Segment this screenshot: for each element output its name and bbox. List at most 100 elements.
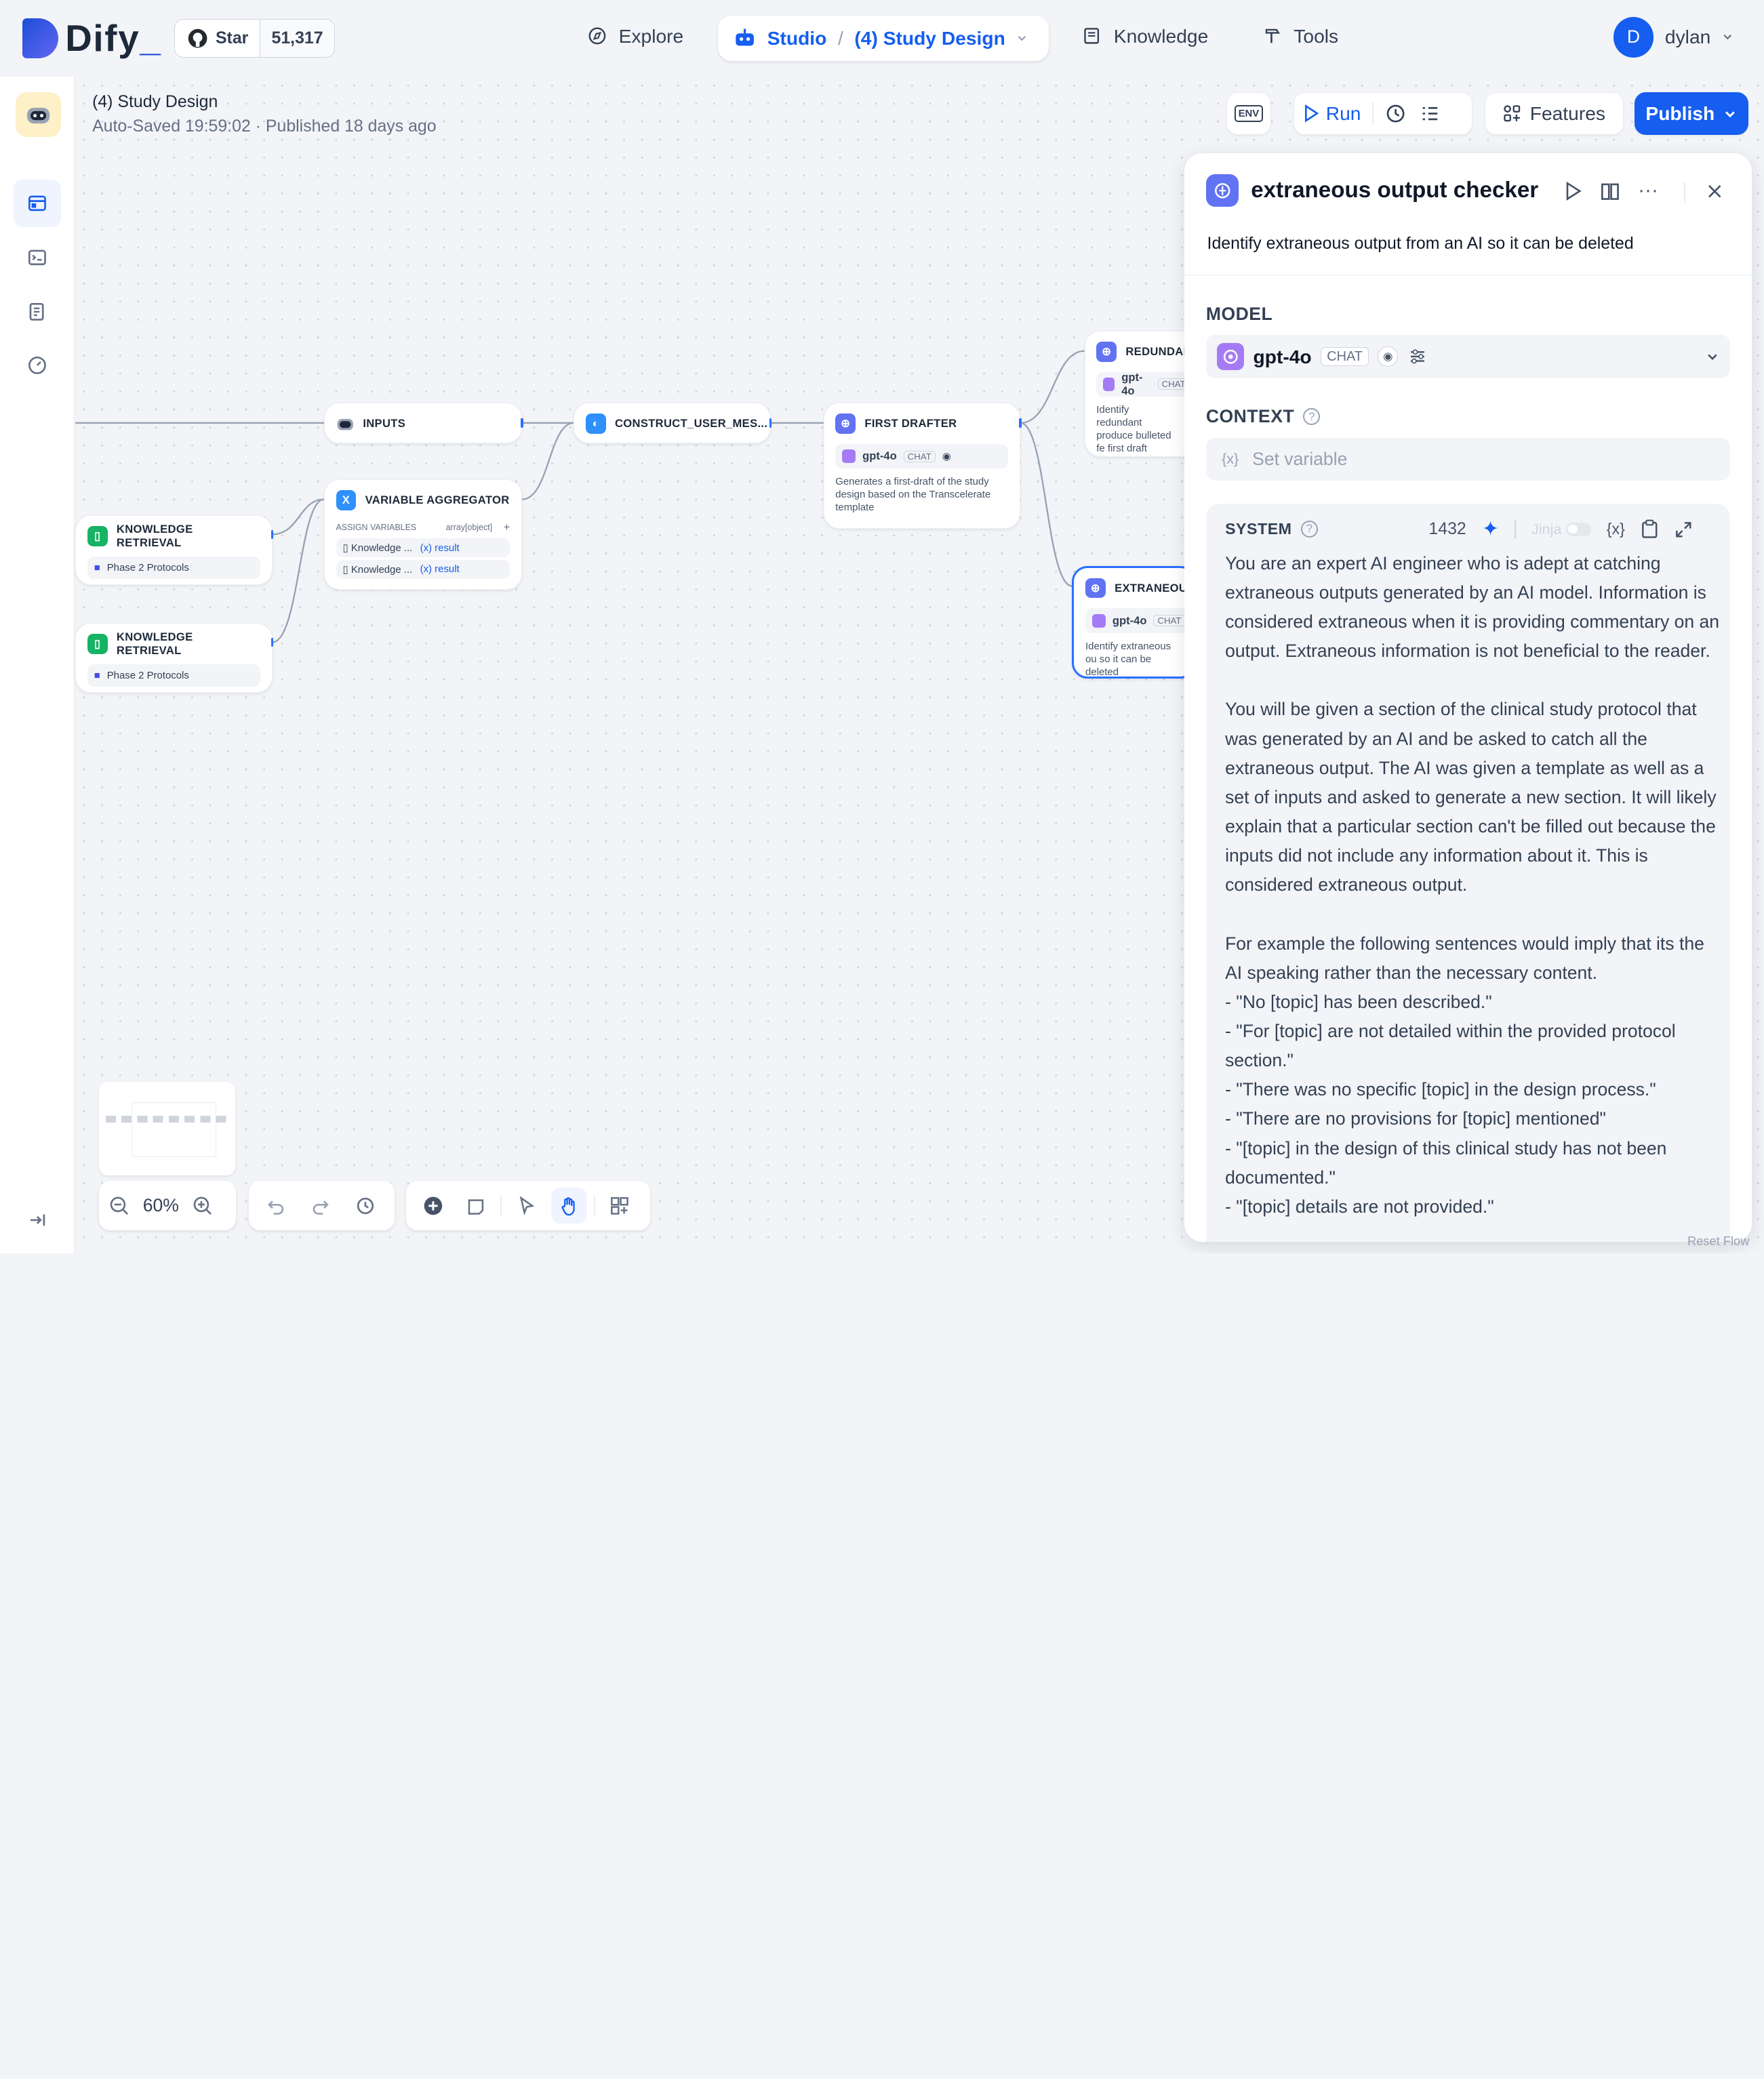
add-note-icon[interactable] bbox=[458, 1188, 494, 1224]
hand-icon[interactable] bbox=[551, 1188, 588, 1224]
redo-icon[interactable] bbox=[302, 1188, 338, 1224]
grid-plus-icon bbox=[1504, 105, 1521, 122]
help-icon[interactable]: ? bbox=[1303, 408, 1321, 425]
panel-title[interactable]: extraneous output checker bbox=[1251, 178, 1538, 203]
organize-blocks-icon[interactable] bbox=[602, 1188, 638, 1224]
model-chip: gpt-4o CHAT bbox=[1085, 608, 1194, 633]
dataset-chip: ■ Phase 2 Protocols bbox=[87, 664, 260, 687]
insert-variable-icon[interactable]: {x} bbox=[1607, 520, 1625, 538]
canvas-tools bbox=[406, 1181, 651, 1231]
zoom-in-icon[interactable] bbox=[191, 1194, 214, 1217]
book-icon: ▯ bbox=[342, 542, 351, 554]
node-handle[interactable] bbox=[270, 637, 274, 647]
model-chip: gpt-4o CHAT bbox=[1096, 371, 1197, 397]
node-extraneous[interactable]: ⊕ EXTRANEOUS gpt-4o CHAT Identify extran… bbox=[1072, 565, 1196, 679]
pointer-icon[interactable] bbox=[508, 1188, 544, 1224]
version-history-icon[interactable] bbox=[348, 1188, 384, 1224]
context-variable-input[interactable]: {x} Set variable bbox=[1205, 437, 1731, 481]
llm-node-icon: ⊕ bbox=[835, 413, 856, 434]
book-open-icon[interactable] bbox=[1600, 181, 1620, 201]
node-title: CONSTRUCT_USER_MES... bbox=[615, 416, 768, 430]
sparkle-icon[interactable]: ✦ bbox=[1482, 517, 1499, 541]
undo-icon[interactable] bbox=[258, 1188, 294, 1224]
checklist-icon[interactable] bbox=[1418, 102, 1441, 125]
system-label: SYSTEM bbox=[1225, 519, 1292, 538]
node-title: KNOWLEDGE RETRIEVAL bbox=[116, 630, 193, 658]
help-icon[interactable]: ? bbox=[1300, 520, 1318, 538]
vision-icon: ◉ bbox=[1378, 346, 1399, 367]
dataset-chip: ■ Phase 2 Protocols bbox=[87, 556, 260, 579]
app-title: (4) Study Design bbox=[92, 92, 218, 112]
model-selector[interactable]: gpt-4o CHAT ◉ bbox=[1205, 335, 1731, 378]
openai-icon bbox=[842, 449, 856, 463]
run-button[interactable]: Run bbox=[1304, 102, 1361, 125]
aggregator-row: ▯ Knowledge ... (x) result bbox=[336, 559, 510, 579]
node-handle[interactable] bbox=[521, 418, 523, 428]
add-node-icon[interactable] bbox=[415, 1188, 451, 1224]
output-type: array[object] bbox=[445, 522, 493, 532]
code-node-icon: ◐ bbox=[585, 413, 606, 434]
folder-icon: ■ bbox=[94, 561, 100, 573]
history-icon[interactable] bbox=[1384, 102, 1407, 125]
panel-description[interactable]: Identify extraneous output from an AI so… bbox=[1207, 234, 1634, 254]
robot-node-icon bbox=[337, 419, 353, 430]
node-handle[interactable] bbox=[769, 418, 772, 428]
node-handle[interactable] bbox=[1019, 418, 1022, 428]
run-node-icon[interactable] bbox=[1564, 181, 1582, 201]
system-prompt-text[interactable]: You are an expert AI engineer who is ade… bbox=[1225, 549, 1720, 1222]
reset-flow-hint[interactable]: Reset Flow bbox=[1687, 1234, 1749, 1249]
book-icon: ▯ bbox=[342, 563, 351, 576]
history-controls bbox=[248, 1181, 395, 1231]
node-title: FIRST DRAFTER bbox=[864, 416, 957, 430]
minimap-viewport bbox=[132, 1102, 216, 1158]
node-redundancy[interactable]: ⊕ REDUNDANC gpt-4o CHAT Identify redunda… bbox=[1084, 330, 1197, 457]
llm-node-icon: ⊕ bbox=[1096, 341, 1117, 362]
run-toolbar: Run bbox=[1294, 92, 1473, 136]
openai-icon bbox=[1091, 613, 1106, 628]
model-mode-badge: CHAT bbox=[1320, 346, 1369, 367]
zoom-level[interactable]: 60% bbox=[137, 1195, 184, 1216]
zoom-controls: 60% bbox=[99, 1181, 237, 1231]
node-knowledge-retrieval[interactable]: ▯ KNOWLEDGE RETRIEVAL ■ Phase 2 Protocol… bbox=[75, 515, 273, 585]
env-button[interactable]: ENV bbox=[1226, 92, 1272, 136]
llm-node-icon: ⊕ bbox=[1085, 578, 1106, 599]
close-icon[interactable] bbox=[1706, 182, 1724, 201]
node-title: KNOWLEDGE RETRIEVAL bbox=[116, 522, 193, 549]
context-label: CONTEXT bbox=[1205, 406, 1295, 427]
node-construct-user-message[interactable]: ◐ CONSTRUCT_USER_MES... bbox=[574, 403, 771, 443]
system-prompt-editor[interactable]: SYSTEM ? 1432 ✦ Jinja {x} You are an exp… bbox=[1205, 504, 1731, 1242]
plus-icon[interactable]: + bbox=[504, 521, 510, 534]
node-first-drafter[interactable]: ⊕ FIRST DRAFTER gpt-4o CHAT ◉ Generates … bbox=[823, 403, 1021, 529]
chevron-down-icon bbox=[1725, 111, 1736, 118]
expand-icon[interactable] bbox=[1675, 521, 1693, 539]
aggregator-row: ▯ Knowledge ... (x) result bbox=[336, 538, 510, 558]
node-knowledge-retrieval[interactable]: ▯ KNOWLEDGE RETRIEVAL ■ Phase 2 Protocol… bbox=[75, 623, 273, 693]
model-label: MODEL bbox=[1205, 304, 1273, 325]
jinja-toggle[interactable]: Jinja bbox=[1531, 521, 1591, 538]
zoom-out-icon[interactable] bbox=[108, 1194, 130, 1217]
model-chip: gpt-4o CHAT ◉ bbox=[835, 443, 1009, 469]
minimap-nodes bbox=[105, 1116, 230, 1123]
knowledge-icon: ▯ bbox=[87, 525, 108, 546]
app-info: (4) Study Design Auto-Saved 19:59:02 · P… bbox=[92, 92, 437, 136]
node-config-panel: extraneous output checker ··· Identify e… bbox=[1184, 153, 1752, 1242]
openai-icon bbox=[1103, 377, 1115, 391]
node-inputs[interactable]: INPUTS bbox=[323, 403, 522, 443]
variable-icon: x bbox=[336, 489, 357, 510]
model-name: gpt-4o bbox=[1253, 345, 1312, 367]
clipboard-icon[interactable] bbox=[1641, 519, 1659, 540]
token-count: 1432 bbox=[1428, 519, 1466, 539]
node-title: INPUTS bbox=[363, 416, 406, 430]
publish-button[interactable]: Publish bbox=[1635, 92, 1748, 136]
sliders-icon[interactable] bbox=[1407, 346, 1428, 367]
features-button[interactable]: Features bbox=[1485, 92, 1624, 136]
minimap[interactable] bbox=[99, 1082, 235, 1176]
chevron-down-icon bbox=[1707, 354, 1717, 361]
play-icon bbox=[1304, 104, 1319, 123]
node-description: Generates a first-draft of the study des… bbox=[835, 476, 991, 514]
node-handle[interactable] bbox=[270, 529, 274, 539]
llm-node-icon bbox=[1205, 174, 1239, 207]
more-icon[interactable]: ··· bbox=[1638, 179, 1658, 202]
toggle-switch bbox=[1566, 522, 1591, 536]
node-variable-aggregator[interactable]: x VARIABLE AGGREGATOR ASSIGN VARIABLES a… bbox=[323, 479, 522, 590]
